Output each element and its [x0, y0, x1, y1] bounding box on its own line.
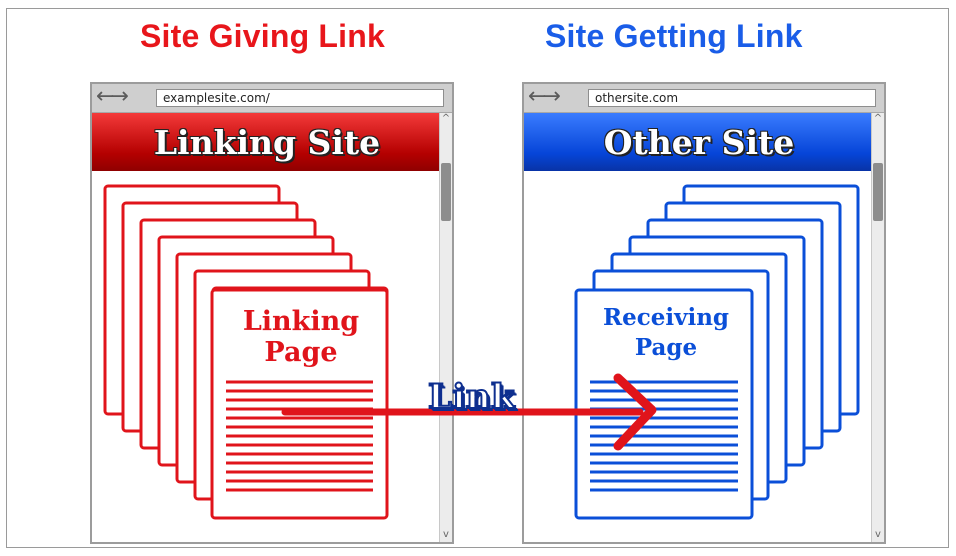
linking-page-label: Linking Page [214, 306, 388, 368]
receiving-page-label-line2: Page [634, 334, 698, 361]
receiving-page-label: Receiving Page [578, 303, 754, 363]
page-stacks-graphic [103, 184, 860, 520]
linking-page-label-line1: Linking [242, 306, 360, 337]
receiving-page-label-line1: Receiving [602, 304, 730, 331]
link-label: Link [427, 376, 516, 418]
linking-page-label-line2: Page [264, 337, 338, 368]
